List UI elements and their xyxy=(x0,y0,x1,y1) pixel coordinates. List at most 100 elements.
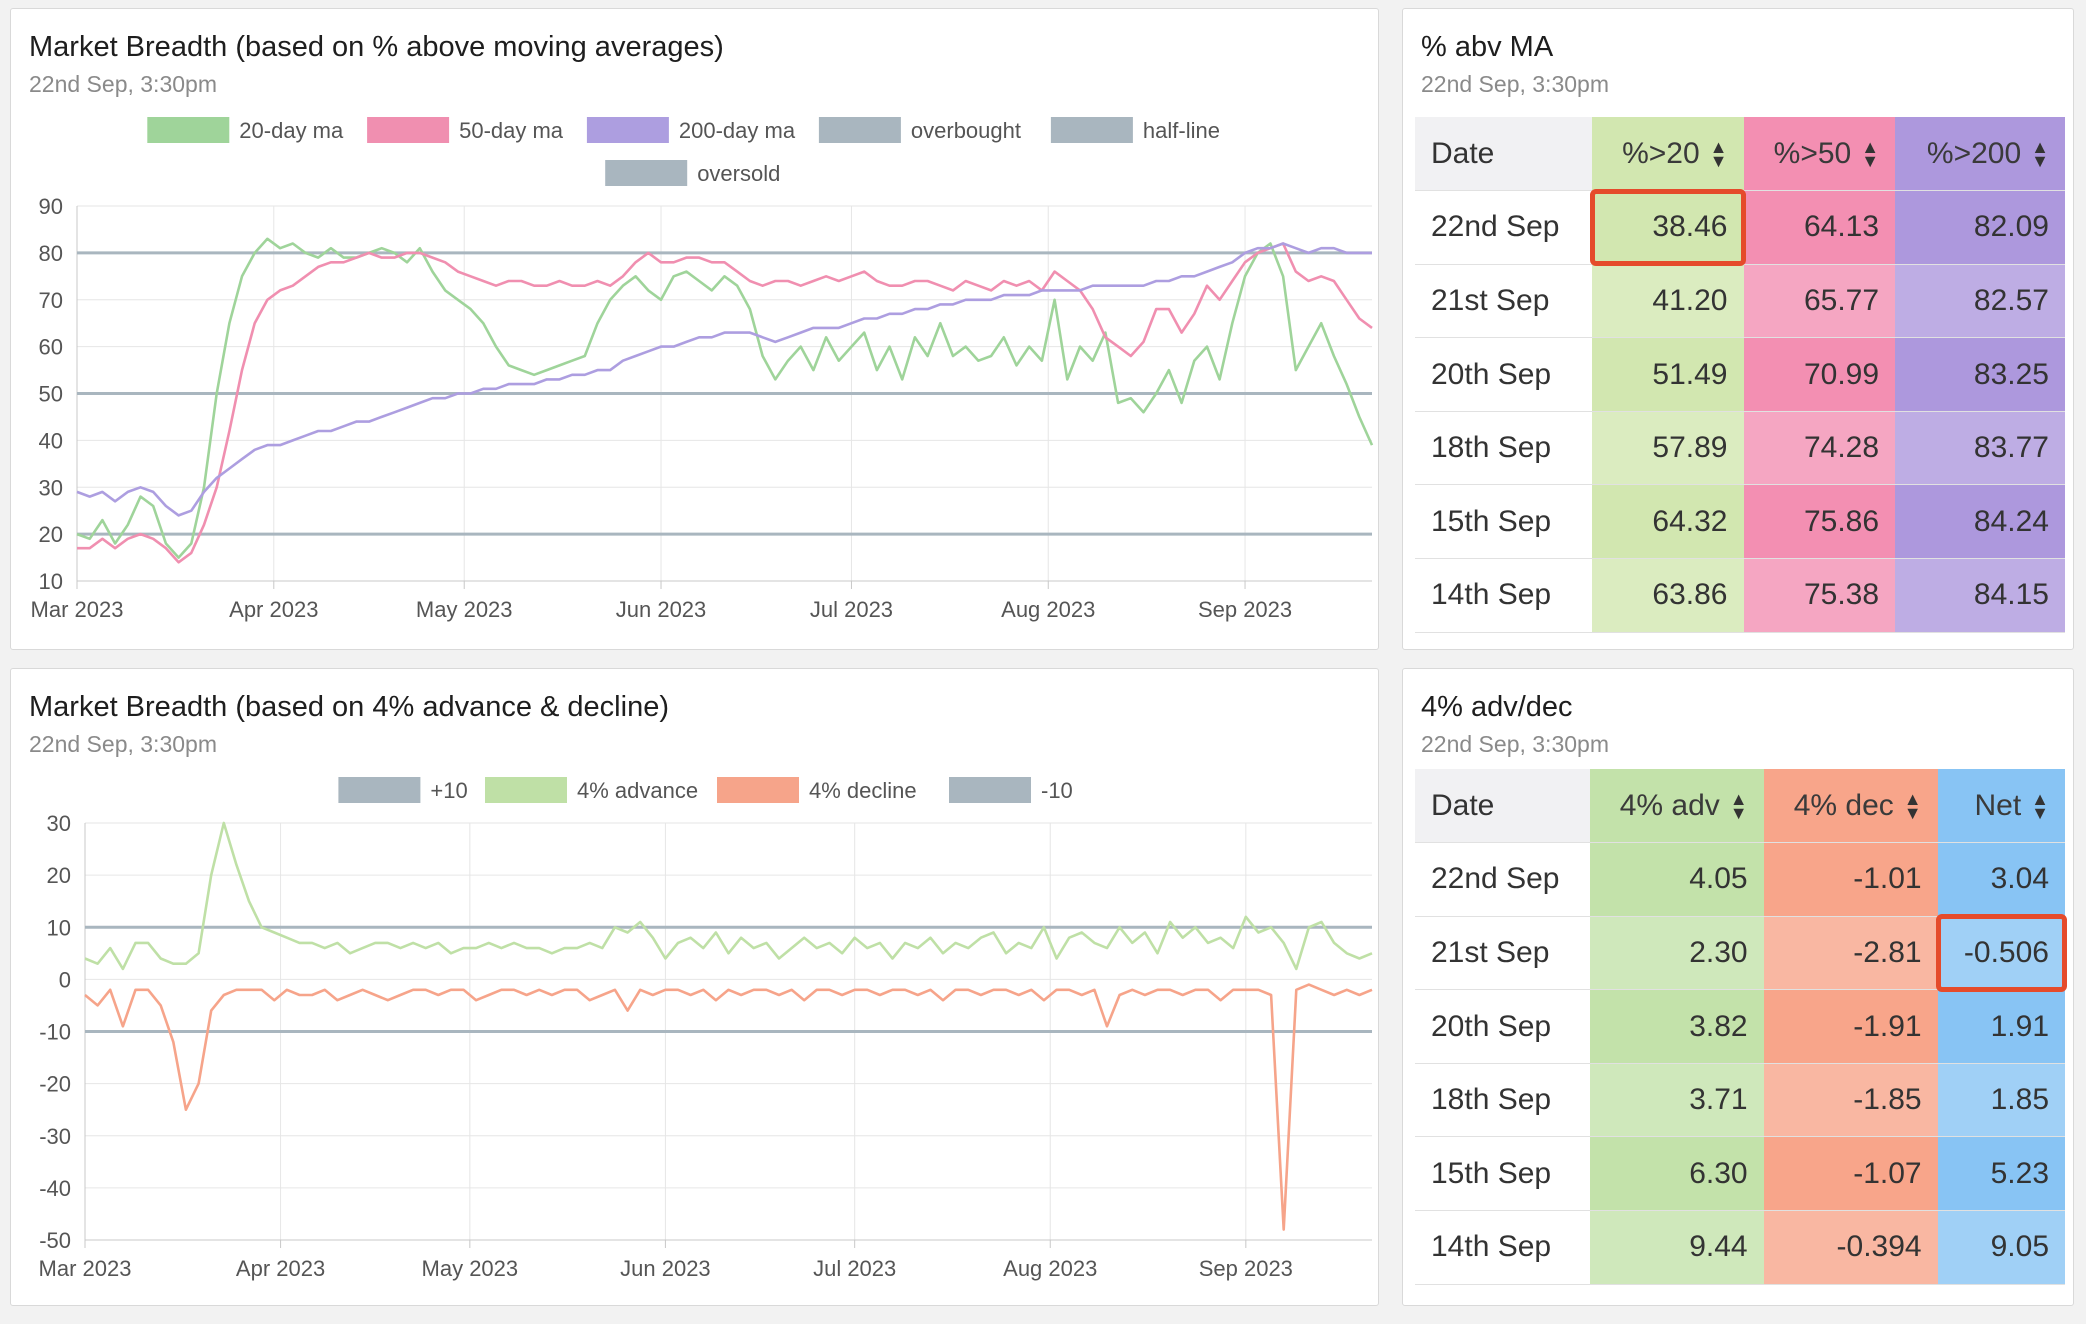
ad-table-panel: 4% adv/dec 22nd Sep, 3:30pm Date 4% adv ▲ ▼… xyxy=(1402,668,2074,1306)
y-tick-label: -10 xyxy=(39,1020,71,1045)
x-tick-label: Mar 2023 xyxy=(31,597,124,622)
legend-label[interactable]: 4% advance xyxy=(577,778,698,803)
value-cell: -1.85 xyxy=(1763,1063,1938,1138)
date-cell: 21st Sep xyxy=(1415,916,1590,991)
legend-swatch[interactable] xyxy=(367,117,450,143)
legend-swatch[interactable] xyxy=(485,777,567,803)
y-tick-label: -40 xyxy=(39,1176,71,1201)
ma-table-panel: % abv MA 22nd Sep, 3:30pm Date %>20 ▲ ▼ %>50… xyxy=(1402,8,2074,650)
value-cell: -1.01 xyxy=(1763,842,1938,917)
date-cell: 21st Sep xyxy=(1415,264,1592,339)
sort-icon[interactable]: ▲ ▼ xyxy=(1730,790,1748,822)
legend-label[interactable]: half-line xyxy=(1143,118,1220,143)
ma-breadth-table: Date %>20 ▲ ▼ %>50 ▲ ▼ %>200 ▲ ▼ 22nd Sep 38.46 64.1… xyxy=(1415,117,2065,633)
legend-swatch[interactable] xyxy=(1050,117,1133,143)
date-cell: 18th Sep xyxy=(1415,411,1592,486)
sort-icon[interactable]: ▲ ▼ xyxy=(1861,138,1879,170)
legend-swatch[interactable] xyxy=(605,160,688,186)
legend-swatch[interactable] xyxy=(949,777,1031,803)
value-cell: 82.57 xyxy=(1895,264,2065,339)
y-tick-label: 30 xyxy=(39,475,63,500)
x-tick-label: Jun 2023 xyxy=(616,597,707,622)
series-line xyxy=(76,237,1374,559)
y-tick-label: -50 xyxy=(39,1228,71,1253)
y-tick-label: 70 xyxy=(39,288,63,313)
legend-swatch[interactable] xyxy=(147,117,230,143)
highlighted-value-cell: 38.46 xyxy=(1589,188,1746,267)
column-header-sortable[interactable]: 4% adv ▲ ▼ xyxy=(1589,769,1764,844)
value-cell: 83.25 xyxy=(1895,337,2065,412)
series-line xyxy=(84,983,1373,1231)
y-tick-label: 40 xyxy=(39,428,63,453)
value-cell: 5.23 xyxy=(1937,1136,2065,1212)
sort-icon[interactable]: ▲ ▼ xyxy=(2031,790,2049,822)
legend-label[interactable]: -10 xyxy=(1041,778,1073,803)
value-cell: 63.86 xyxy=(1591,558,1744,633)
column-header-sortable[interactable]: %>50 ▲ ▼ xyxy=(1743,117,1896,192)
column-header-sortable[interactable]: %>20 ▲ ▼ xyxy=(1591,117,1744,192)
value-cell: -1.91 xyxy=(1763,989,1938,1064)
ad-chart-panel: Market Breadth (based on 4% advance & de… xyxy=(10,668,1379,1306)
value-cell: 2.30 xyxy=(1589,916,1764,991)
legend-swatch[interactable] xyxy=(818,117,901,143)
date-cell: 20th Sep xyxy=(1415,989,1590,1064)
legend-label[interactable]: 4% decline xyxy=(809,778,917,803)
value-cell: 70.99 xyxy=(1743,337,1896,412)
legend-label[interactable]: 200-day ma xyxy=(679,118,796,143)
x-tick-label: Jul 2023 xyxy=(813,1256,896,1281)
ma-table-subtitle: 22nd Sep, 3:30pm xyxy=(1421,71,1609,97)
table-row: 14th Sep 9.44 -0.394 9.05 xyxy=(1415,1210,2065,1285)
table-row: 18th Sep 57.89 74.28 83.77 xyxy=(1415,411,2065,486)
legend-swatch[interactable] xyxy=(338,777,421,803)
x-tick-label: May 2023 xyxy=(416,597,513,622)
date-cell: 14th Sep xyxy=(1415,1210,1590,1285)
value-cell: 75.86 xyxy=(1743,484,1896,560)
x-tick-label: Jun 2023 xyxy=(620,1256,711,1281)
table-row: 22nd Sep 38.46 64.13 82.09 xyxy=(1415,188,2065,267)
column-header-date: Date xyxy=(1415,117,1592,192)
x-tick-label: Aug 2023 xyxy=(1001,597,1095,622)
legend-swatch[interactable] xyxy=(586,117,669,143)
table-header-row: Date %>20 ▲ ▼ %>50 ▲ ▼ %>200 ▲ ▼ xyxy=(1415,117,2065,192)
column-header-sortable[interactable]: Net ▲ ▼ xyxy=(1937,769,2065,844)
series-line xyxy=(76,242,1372,517)
column-header-sortable[interactable]: %>200 ▲ ▼ xyxy=(1895,117,2065,192)
value-cell: 9.44 xyxy=(1589,1210,1764,1285)
value-cell: -2.81 xyxy=(1763,916,1938,991)
y-tick-label: 20 xyxy=(39,522,63,547)
column-header-sortable[interactable]: 4% dec ▲ ▼ xyxy=(1763,769,1938,844)
legend-label[interactable]: oversold xyxy=(697,161,780,186)
series-line xyxy=(84,821,1373,971)
value-cell: 3.71 xyxy=(1589,1063,1764,1138)
column-header-label: %>20 xyxy=(1622,136,1700,170)
column-header-label: 4% adv xyxy=(1619,788,1720,822)
date-cell: 18th Sep xyxy=(1415,1063,1590,1138)
x-tick-label: Mar 2023 xyxy=(39,1256,132,1281)
ma-line-chart: 10 20 30 40 50 60 70 80 90 Mar 2023 Apr 2023 May 20… xyxy=(31,117,1374,622)
date-cell: 22nd Sep xyxy=(1415,842,1590,917)
value-cell: -0.394 xyxy=(1763,1210,1938,1285)
legend-label[interactable]: overbought xyxy=(911,118,1021,143)
ma-table-title: % abv MA xyxy=(1421,31,1554,63)
table-row: 21st Sep 2.30 -2.81 -0.506 xyxy=(1415,914,2068,992)
x-tick-label: Apr 2023 xyxy=(229,597,318,622)
value-cell: 41.20 xyxy=(1591,264,1744,339)
x-tick-label: Apr 2023 xyxy=(236,1256,325,1281)
y-tick-label: 90 xyxy=(39,194,63,219)
y-tick-label: 20 xyxy=(47,863,71,888)
sort-icon[interactable]: ▲ ▼ xyxy=(1710,138,1728,170)
sort-icon[interactable]: ▲ ▼ xyxy=(2031,138,2049,170)
value-cell: 4.05 xyxy=(1589,842,1764,917)
legend-label[interactable]: +10 xyxy=(430,778,467,803)
value-cell: 3.04 xyxy=(1937,842,2065,917)
value-cell: 9.05 xyxy=(1937,1210,2065,1285)
table-row: 15th Sep 64.32 75.86 84.24 xyxy=(1415,484,2065,560)
legend-label[interactable]: 20-day ma xyxy=(239,118,344,143)
x-tick-label: May 2023 xyxy=(422,1256,519,1281)
value-cell: 82.09 xyxy=(1895,190,2065,265)
date-cell: 15th Sep xyxy=(1415,484,1592,560)
legend-swatch[interactable] xyxy=(717,777,799,803)
legend-label[interactable]: 50-day ma xyxy=(459,118,564,143)
sort-icon[interactable]: ▲ ▼ xyxy=(1904,790,1922,822)
column-header-label: Date xyxy=(1431,136,1495,170)
